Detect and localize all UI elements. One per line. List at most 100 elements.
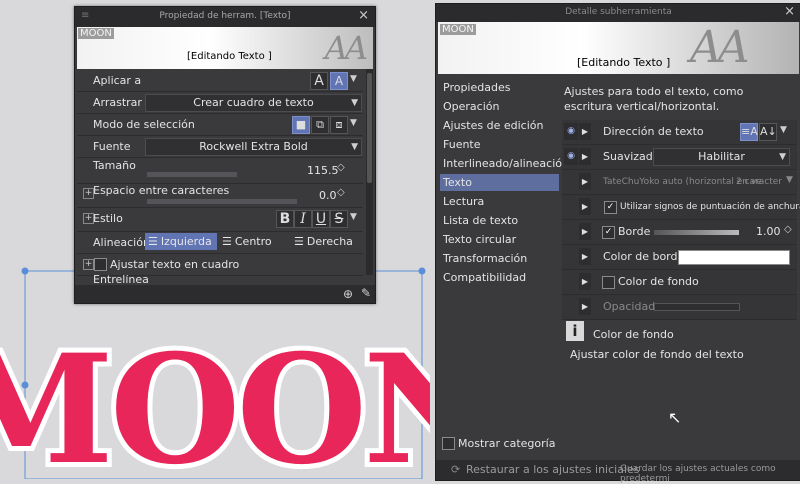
show-category-label: Mostrar categoría: [458, 437, 556, 450]
eye-icon[interactable]: ◉: [564, 123, 578, 140]
wrench-icon[interactable]: ✎: [361, 286, 371, 300]
drag-label: Arrastrar: [93, 96, 142, 109]
tool-panel-scrollbar[interactable]: [366, 69, 373, 275]
chevron-down-icon[interactable]: ▼: [350, 74, 357, 84]
tatechuyoko-value[interactable]: 2 caracter: [736, 177, 782, 187]
align-center-label: Centro: [234, 235, 272, 248]
category-edit-settings[interactable]: Ajustes de edición: [443, 117, 559, 134]
align-left-icon: ☰: [148, 235, 158, 248]
play-icon[interactable]: ▶: [579, 223, 591, 240]
eye-icon[interactable]: ◉: [564, 148, 578, 165]
detail-bottombar: ⟳ Restaurar a los ajustes iniciales Guar…: [436, 460, 800, 484]
bg-color-checkbox[interactable]: [602, 276, 615, 289]
border-slider[interactable]: [654, 230, 739, 235]
category-text[interactable]: Texto: [440, 174, 559, 191]
drag-dropdown[interactable]: Crear cuadro de texto ▼: [145, 94, 362, 112]
detail-preview: MOON [Editando Texto ] AA: [438, 22, 799, 74]
restore-button[interactable]: Restaurar a los ajustes iniciales: [466, 463, 640, 476]
underline-button[interactable]: U: [312, 210, 330, 228]
chevron-down-icon[interactable]: ▼: [786, 175, 793, 185]
category-reading[interactable]: Lectura: [443, 193, 559, 210]
tool-panel-title: Propiedad de herram. [Texto]: [159, 11, 291, 21]
preview-tag: MOON: [440, 24, 476, 35]
tool-panel-titlebar[interactable]: ≡ Propiedad de herram. [Texto] ×: [75, 7, 375, 27]
play-icon[interactable]: ▶: [579, 173, 591, 190]
border-color-swatch[interactable]: [678, 250, 790, 265]
horizontal-text-icon[interactable]: ≡A: [740, 123, 758, 141]
tool-panel-bottombar: ⊕ ✎: [75, 285, 375, 303]
show-category-checkbox[interactable]: [442, 437, 455, 450]
italic-button[interactable]: I: [294, 210, 312, 228]
expand-icon[interactable]: +: [83, 259, 94, 270]
save-default-button[interactable]: Guardar los ajustes actuales como predet…: [620, 464, 800, 484]
bg-color-label: Color de fondo: [618, 275, 699, 288]
canvas-moon-text[interactable]: MOON: [0, 317, 430, 479]
smoothing-dropdown[interactable]: Habilitar ▼: [653, 148, 790, 166]
bold-button[interactable]: B: [276, 210, 294, 228]
punctuation-checkbox[interactable]: ✓: [604, 201, 617, 214]
row-size: Tamaño 115.5 ◇: [77, 157, 363, 184]
chevron-down-icon[interactable]: ▼: [350, 118, 357, 128]
vertical-text-icon[interactable]: A↓: [759, 123, 777, 141]
settings-icon[interactable]: ⊕: [343, 287, 353, 301]
fit-text-checkbox[interactable]: [94, 258, 107, 271]
stepper-icon[interactable]: ◇: [784, 224, 792, 235]
handle-top-right[interactable]: [418, 267, 426, 275]
align-left-button[interactable]: ☰ Izquierda: [145, 233, 217, 250]
row-spacing: + Espacio entre caracteres 0.0 ◇: [77, 183, 363, 208]
subtool-detail-panel: Detalle subherramienta × MOON [Editando …: [435, 3, 800, 484]
spacing-slider[interactable]: [147, 199, 297, 204]
stepper-icon[interactable]: ◇: [337, 187, 345, 198]
category-circular-text[interactable]: Texto circular: [443, 231, 559, 248]
selection-new-icon[interactable]: ■: [292, 116, 310, 134]
row-fit-text: + Ajustar texto en cuadro: [77, 253, 363, 276]
play-icon[interactable]: ▶: [579, 248, 591, 265]
apply-text-icon[interactable]: A: [310, 72, 328, 90]
chevron-down-icon[interactable]: ▼: [780, 125, 787, 135]
category-operation[interactable]: Operación: [443, 98, 559, 115]
size-label: Tamaño: [93, 159, 136, 172]
selection-add-icon[interactable]: ⧉: [311, 116, 329, 134]
handle-top-left[interactable]: [21, 267, 29, 275]
spacing-value[interactable]: 0.0: [319, 189, 337, 202]
category-font[interactable]: Fuente: [443, 136, 559, 153]
strikethrough-button[interactable]: S: [330, 210, 348, 228]
align-center-button[interactable]: ☰ Centro: [219, 233, 289, 250]
play-icon[interactable]: ▶: [579, 148, 591, 165]
stepper-icon[interactable]: ◇: [337, 162, 345, 173]
chevron-down-icon[interactable]: ▼: [350, 212, 357, 222]
restore-icon[interactable]: ⟳: [451, 463, 460, 476]
punctuation-label: Utilizar signos de puntuación de anchura…: [620, 202, 800, 212]
play-icon[interactable]: ▶: [579, 123, 591, 140]
close-icon[interactable]: ×: [358, 8, 369, 23]
detail-panel-title: Detalle subherramienta: [565, 7, 672, 17]
align-right-icon: ☰: [294, 235, 304, 248]
category-text-list[interactable]: Lista de texto: [443, 212, 559, 229]
opacity-slider[interactable]: [654, 303, 740, 311]
spacing-label: Espacio entre caracteres: [93, 184, 230, 197]
mouse-cursor-icon: ↖: [668, 408, 682, 427]
detail-panel-titlebar[interactable]: Detalle subherramienta ×: [436, 4, 800, 22]
border-value[interactable]: 1.00: [756, 225, 781, 238]
font-dropdown[interactable]: Rockwell Extra Bold ▼: [145, 138, 362, 156]
selection-subtract-icon[interactable]: ⧈: [330, 116, 348, 134]
size-value[interactable]: 115.5: [307, 164, 339, 177]
play-icon[interactable]: ▶: [579, 198, 591, 215]
border-checkbox[interactable]: ✓: [602, 226, 615, 239]
preview-glyphs: AA: [324, 29, 368, 67]
smoothing-label: Suavizado: [603, 150, 660, 163]
show-category-toggle[interactable]: Mostrar categoría: [440, 436, 560, 450]
play-icon[interactable]: ▶: [579, 273, 591, 290]
align-right-button[interactable]: ☰ Derecha: [291, 233, 363, 250]
category-properties[interactable]: Propiedades: [443, 79, 559, 96]
row-line-spacing: Entrelínea: [77, 275, 363, 283]
play-icon[interactable]: ▶: [579, 298, 591, 315]
chevron-down-icon: ▼: [779, 152, 786, 162]
apply-box-icon[interactable]: A: [330, 72, 348, 90]
row-text-direction: ◉ ▶ Dirección de texto ≡A A↓ ▼: [562, 120, 797, 145]
close-icon[interactable]: ×: [784, 4, 795, 19]
category-transformation[interactable]: Transformación: [443, 250, 559, 267]
category-line-spacing[interactable]: Interlineado/alineación: [443, 155, 569, 172]
size-slider[interactable]: [147, 172, 237, 177]
category-compatibility[interactable]: Compatibilidad: [443, 269, 559, 286]
